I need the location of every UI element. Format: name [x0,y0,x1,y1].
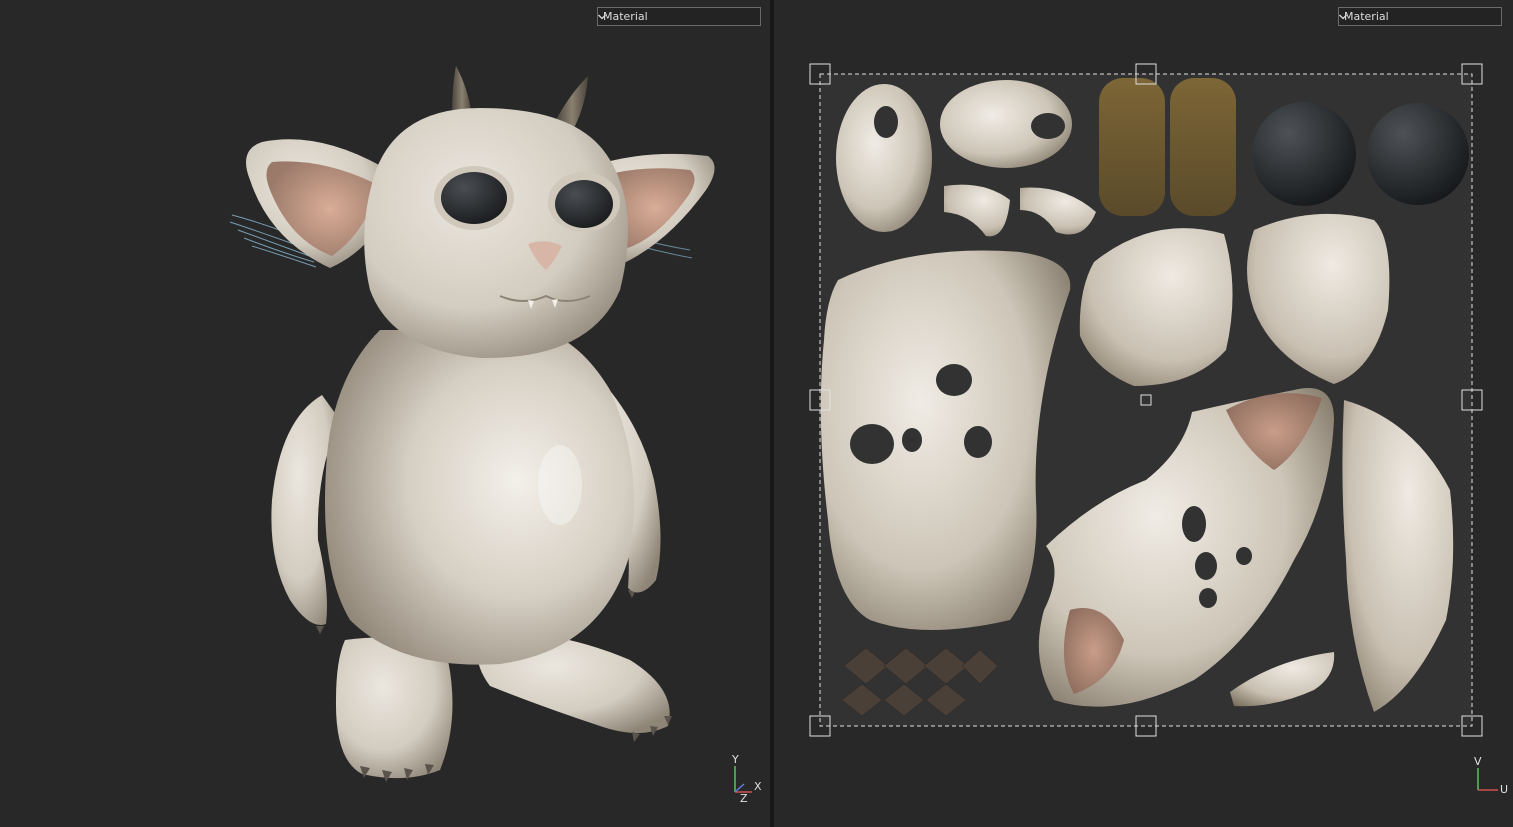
uv-layout [809,63,1483,737]
viewport-uv[interactable]: Material V U [774,0,1513,827]
uv-shading-mode-value: Material [1344,10,1389,23]
chevron-down-icon [598,14,606,20]
shading-mode-dropdown[interactable]: Material [597,7,761,26]
viewport-3d[interactable]: Material Y X Z [0,0,770,827]
body [325,330,634,665]
uv-shading-mode-dropdown[interactable]: Material [1338,7,1502,26]
chevron-down-icon [1339,14,1347,20]
shading-mode-value: Material [603,10,648,23]
creature-model [229,66,715,782]
horn-right [556,76,588,128]
head [364,108,628,359]
